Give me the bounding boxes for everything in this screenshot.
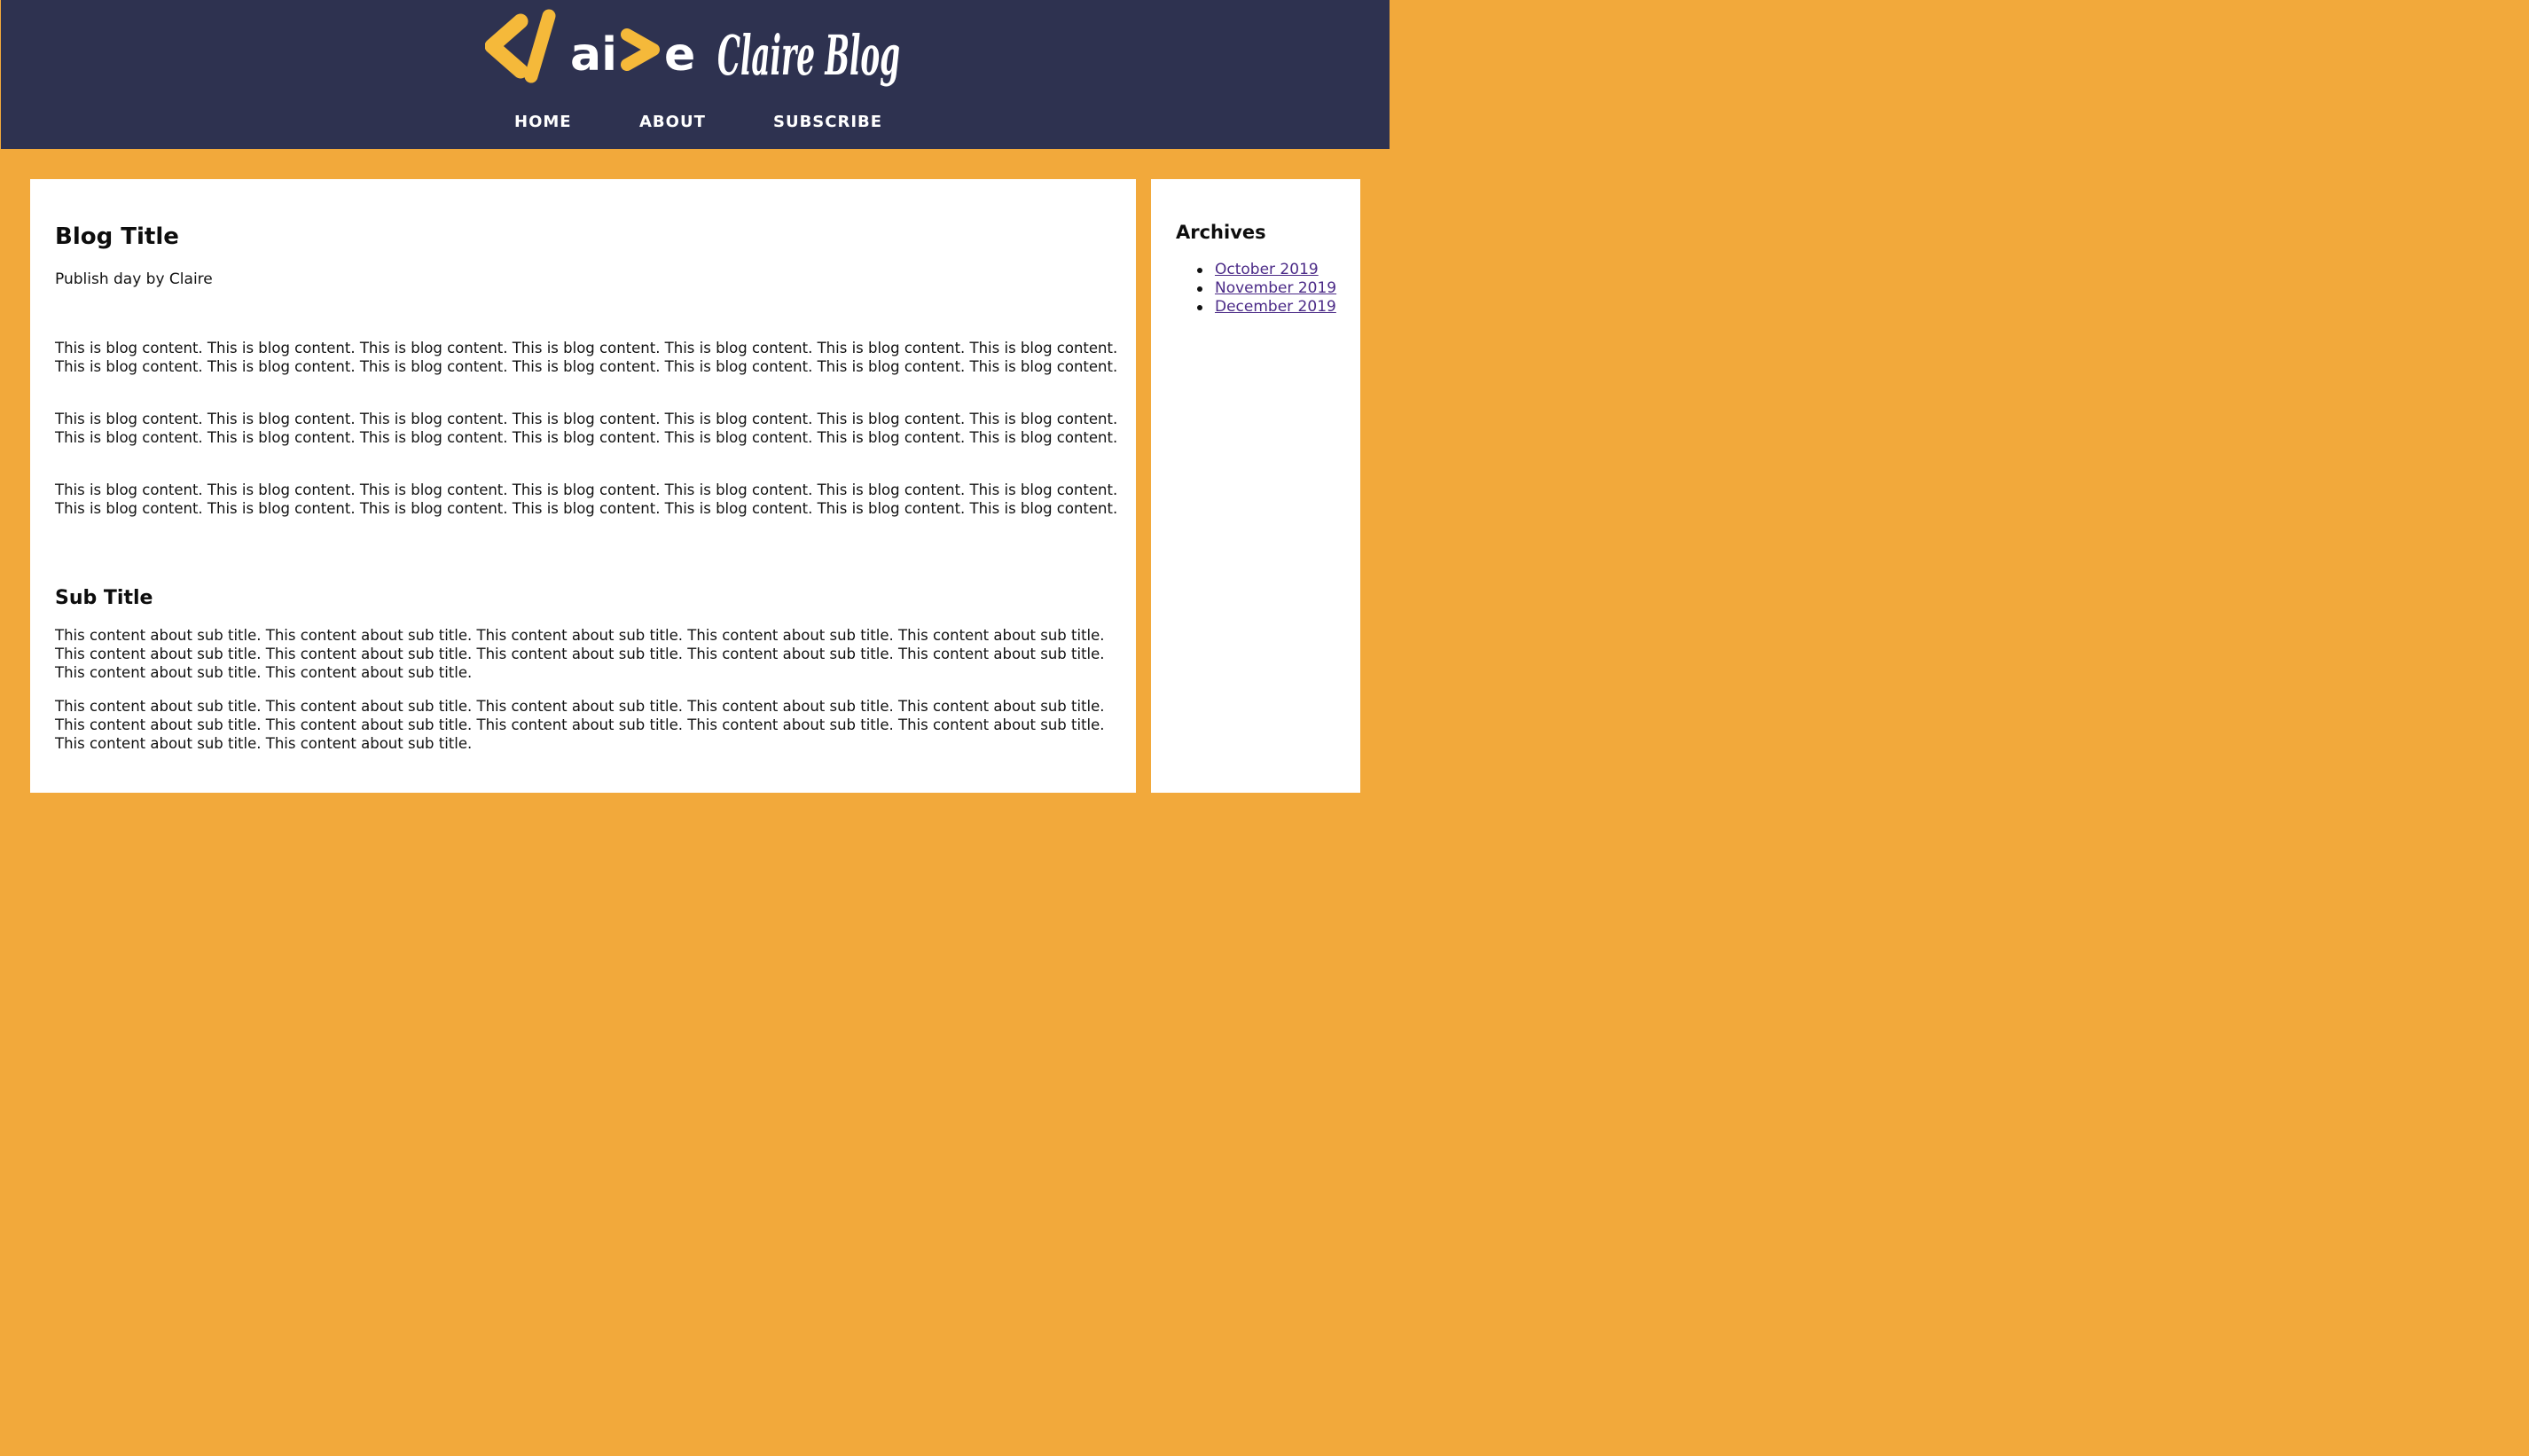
bullet-icon	[1197, 286, 1202, 292]
bullet-icon	[1197, 305, 1202, 310]
archive-link-november-2019[interactable]: November 2019	[1215, 279, 1336, 297]
archive-item: October 2019	[1176, 261, 1336, 279]
logo-text: Claire Blog	[717, 23, 900, 88]
archive-item: November 2019	[1176, 279, 1336, 298]
archives-title: Archives	[1176, 222, 1266, 243]
main-nav: HOME ABOUT SUBSCRIBE	[1, 113, 1390, 136]
sub-paragraph: This content about sub title. This conte…	[55, 627, 1105, 681]
archive-item: December 2019	[1176, 298, 1336, 317]
sub-paragraph: This content about sub title. This conte…	[55, 698, 1105, 752]
bullet-icon	[1197, 268, 1202, 273]
blog-post: Blog Title Publish day by Claire This is…	[30, 179, 1136, 793]
archives-list: October 2019 November 2019 December 2019	[1176, 261, 1336, 317]
site-header: ai e Claire Blog HOME ABOUT SUBSCRIBE	[1, 0, 1390, 149]
post-paragraph: This is blog content. This is blog conte…	[55, 411, 1118, 446]
sub-title: Sub Title	[55, 587, 153, 609]
nav-home-link[interactable]: HOME	[514, 113, 572, 131]
svg-text:e: e	[664, 28, 695, 82]
archive-link-december-2019[interactable]: December 2019	[1215, 298, 1336, 316]
archives-sidebar: Archives October 2019 November 2019 Dece…	[1151, 179, 1360, 793]
archive-link-october-2019[interactable]: October 2019	[1215, 261, 1319, 278]
post-title: Blog Title	[55, 223, 179, 250]
site-logo[interactable]: ai e Claire Blog	[485, 5, 904, 89]
svg-text:ai: ai	[570, 28, 617, 82]
nav-subscribe-link[interactable]: SUBSCRIBE	[773, 113, 882, 131]
nav-about-link[interactable]: ABOUT	[639, 113, 706, 131]
post-paragraph: This is blog content. This is blog conte…	[55, 340, 1118, 375]
post-paragraph: This is blog content. This is blog conte…	[55, 481, 1118, 517]
post-meta: Publish day by Claire	[55, 270, 213, 288]
